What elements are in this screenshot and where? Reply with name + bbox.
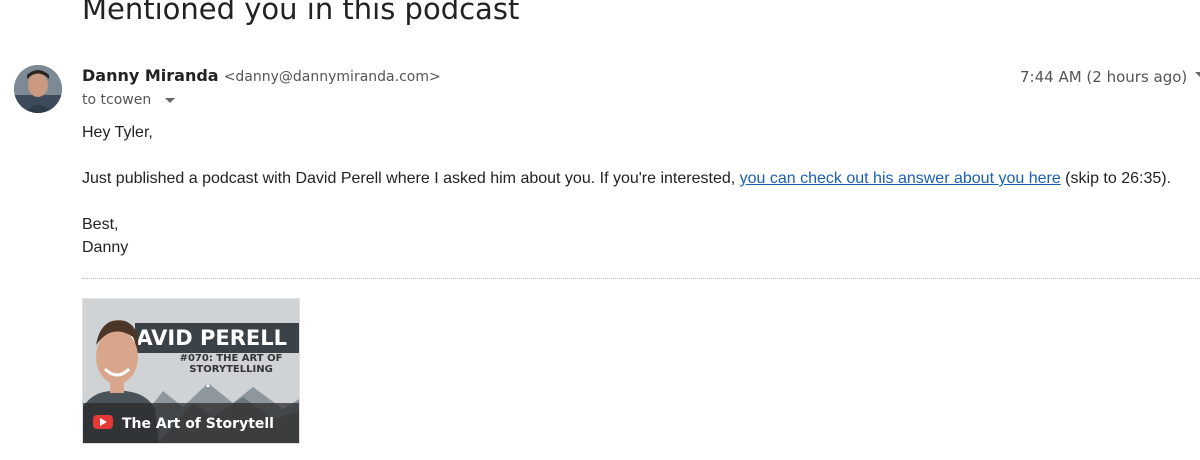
thumbnail-name-text: DAVID PERELL <box>119 326 287 350</box>
sender-line: Danny Miranda <danny@dannymiranda.com> <box>82 66 441 85</box>
video-title: The Art of Storytell <box>122 416 274 432</box>
thumbnail-episode-line1: #070: THE ART OF <box>180 353 283 364</box>
email-greeting: Hey Tyler, <box>82 124 153 141</box>
answer-link[interactable]: you can check out his answer about you h… <box>740 170 1061 187</box>
recipient-details[interactable]: to tcowen <box>82 92 175 108</box>
paragraph-text: Just published a podcast with David Pere… <box>82 170 740 187</box>
chevron-down-icon[interactable] <box>1195 72 1200 77</box>
email-body-paragraph: Just published a podcast with David Pere… <box>82 170 1171 188</box>
sender-email: <danny@dannymiranda.com> <box>223 69 441 85</box>
attachment-divider <box>82 278 1200 279</box>
chevron-down-icon[interactable] <box>164 97 175 103</box>
email-subject: Mentioned you in this podcast <box>82 0 520 26</box>
email-signature: Danny <box>82 239 129 256</box>
sender-name[interactable]: Danny Miranda <box>82 66 219 85</box>
video-thumbnail[interactable]: DAVID PERELL #070: THE ART OF STORYTELLI… <box>82 298 300 444</box>
sender-avatar[interactable] <box>14 65 62 113</box>
recipient-label: to tcowen <box>82 92 152 108</box>
thumbnail-episode-line2: STORYTELLING <box>189 364 273 375</box>
email-timestamp: 7:44 AM (2 hours ago) <box>1020 68 1188 86</box>
email-signoff: Best, <box>82 216 119 233</box>
paragraph-text-after: (skip to 26:35). <box>1060 170 1172 187</box>
